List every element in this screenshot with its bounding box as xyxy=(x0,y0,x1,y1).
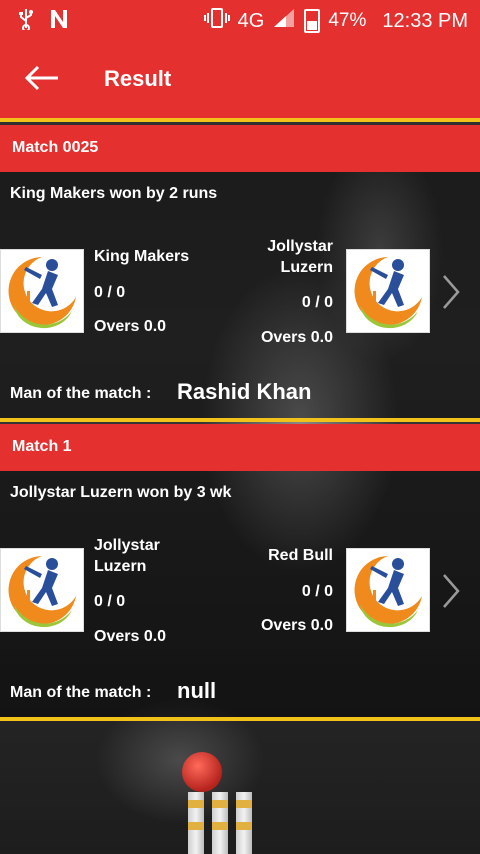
chevron-right-icon[interactable] xyxy=(440,571,462,611)
battery-icon xyxy=(304,9,321,33)
signal-icon xyxy=(272,7,296,35)
vibrate-icon xyxy=(203,7,230,35)
stump-image xyxy=(188,792,204,854)
app-bar: Result xyxy=(0,38,480,118)
cricket-logo-icon xyxy=(8,257,77,329)
team2-score: 0 / 0 xyxy=(301,583,333,600)
team2-name-line1: Jollystar xyxy=(267,238,333,255)
team2-score: 0 / 0 xyxy=(301,294,333,311)
cricket-logo-icon xyxy=(354,556,422,628)
arrow-left-icon xyxy=(24,65,58,91)
stump-image xyxy=(212,792,228,854)
usb-icon xyxy=(18,8,34,36)
team1-name-line2: Luzern xyxy=(94,558,147,575)
back-button[interactable] xyxy=(22,62,62,94)
team1-name-line1: Jollystar xyxy=(94,537,160,554)
man-of-match-value: null xyxy=(177,678,217,703)
team2-name: Jollystar Luzern xyxy=(267,236,333,278)
match-result: King Makers won by 2 runs xyxy=(10,185,218,202)
page-title: Result xyxy=(104,66,172,91)
team-logo xyxy=(0,249,84,333)
match-title: Match 0025 xyxy=(12,139,99,156)
divider xyxy=(0,717,480,721)
stump-image xyxy=(236,792,252,854)
team-logo xyxy=(346,249,430,333)
team-logo xyxy=(0,548,84,632)
team2-overs: Overs 0.0 xyxy=(260,617,333,634)
team1-overs: Overs 0.0 xyxy=(94,318,167,335)
match-header: Match 0025 xyxy=(0,125,480,172)
divider xyxy=(0,418,480,422)
divider xyxy=(0,118,480,122)
team1-overs: Overs 0.0 xyxy=(94,628,167,645)
cricket-ball-image xyxy=(182,752,222,792)
man-of-match-value: Rashid Khan xyxy=(177,379,312,404)
match-card[interactable]: Jollystar Luzern won by 3 wk Jollystar L… xyxy=(0,471,480,717)
team1-name: King Makers xyxy=(94,248,190,265)
team-logo xyxy=(346,548,430,632)
man-of-match-label: Man of the match : xyxy=(10,385,152,402)
team2-name: Red Bull xyxy=(268,547,333,564)
match-title: Match 1 xyxy=(12,438,72,455)
battery-percent: 47% xyxy=(328,10,367,31)
match-header: Match 1 xyxy=(0,424,480,471)
cricket-logo-icon xyxy=(354,257,422,329)
team2-name-line2: Luzern xyxy=(280,259,333,276)
chevron-right-icon[interactable] xyxy=(440,272,462,312)
status-bar: 4G 47% 12:33 PM xyxy=(0,0,480,38)
team1-score: 0 / 0 xyxy=(94,593,126,610)
clock-time: 12:33 PM xyxy=(382,9,468,32)
match-result: Jollystar Luzern won by 3 wk xyxy=(10,484,232,501)
team1-score: 0 / 0 xyxy=(94,284,126,301)
team2-overs: Overs 0.0 xyxy=(260,329,333,346)
man-of-match-label: Man of the match : xyxy=(10,684,152,701)
network-type: 4G xyxy=(237,9,265,32)
match-card[interactable]: King Makers won by 2 runs King Makers 0 … xyxy=(0,172,480,418)
cricket-logo-icon xyxy=(8,556,77,628)
team1-name: Jollystar Luzern xyxy=(94,535,160,577)
n-icon xyxy=(48,8,70,36)
